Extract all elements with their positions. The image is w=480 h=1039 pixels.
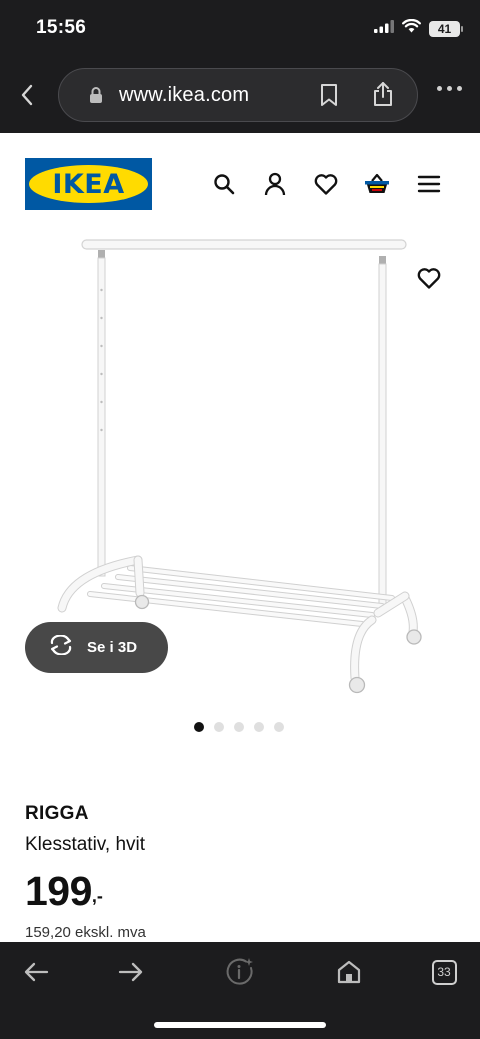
url-text[interactable]: www.ikea.com [119, 84, 249, 107]
product-price: 199 ,- [25, 866, 103, 916]
status-icons: 41 [374, 18, 463, 38]
search-icon[interactable] [210, 170, 238, 198]
image-carousel-dots[interactable] [194, 722, 284, 732]
info-sparkle-icon[interactable] [222, 956, 258, 988]
ikea-logo-text: IKEA [52, 169, 125, 200]
price-amount: 199 [25, 868, 92, 914]
product-name: RIGGA [25, 803, 89, 824]
carousel-dot[interactable] [274, 722, 284, 732]
rotate-3d-icon [47, 634, 75, 660]
more-icon[interactable] [437, 86, 462, 91]
wifi-icon [402, 18, 421, 38]
carousel-dot[interactable] [194, 722, 204, 732]
price-excl-vat: 159,20 ekskl. mva [25, 924, 146, 941]
ikea-logo[interactable]: IKEA [25, 158, 152, 210]
status-time: 15:56 [36, 17, 87, 38]
basket-icon[interactable] [363, 170, 391, 198]
forward-arrow-icon[interactable] [113, 956, 149, 988]
battery-icon: 41 [429, 20, 463, 37]
price-suffix: ,- [91, 886, 103, 906]
share-icon[interactable] [371, 80, 395, 113]
back-chevron-icon[interactable] [14, 80, 40, 110]
signal-icon [374, 19, 394, 38]
home-icon[interactable] [331, 956, 367, 988]
menu-icon[interactable] [415, 170, 443, 198]
wishlist-heart-icon[interactable] [414, 263, 444, 293]
tabs-icon[interactable]: 33 [426, 956, 462, 988]
carousel-dot[interactable] [214, 722, 224, 732]
registered-mark [143, 168, 149, 174]
back-arrow-icon[interactable] [18, 956, 54, 988]
product-description: Klesstativ, hvit [25, 834, 146, 855]
carousel-dot[interactable] [254, 722, 264, 732]
user-icon[interactable] [261, 170, 289, 198]
bookmark-icon[interactable] [319, 83, 339, 112]
lock-icon [89, 86, 103, 109]
address-bar[interactable]: www.ikea.com [58, 68, 418, 122]
browser-bottom-toolbar: 33 [0, 942, 480, 1039]
view-in-3d-button[interactable]: Se i 3D [25, 622, 168, 673]
browser-top-bar: 15:56 41 www.ikea.com [0, 0, 480, 133]
heart-icon[interactable] [312, 170, 340, 198]
home-indicator [154, 1022, 326, 1028]
view-in-3d-label: Se i 3D [87, 639, 138, 656]
carousel-dot[interactable] [234, 722, 244, 732]
tabs-count: 33 [431, 959, 457, 985]
ikea-logo-oval: IKEA [29, 165, 148, 203]
